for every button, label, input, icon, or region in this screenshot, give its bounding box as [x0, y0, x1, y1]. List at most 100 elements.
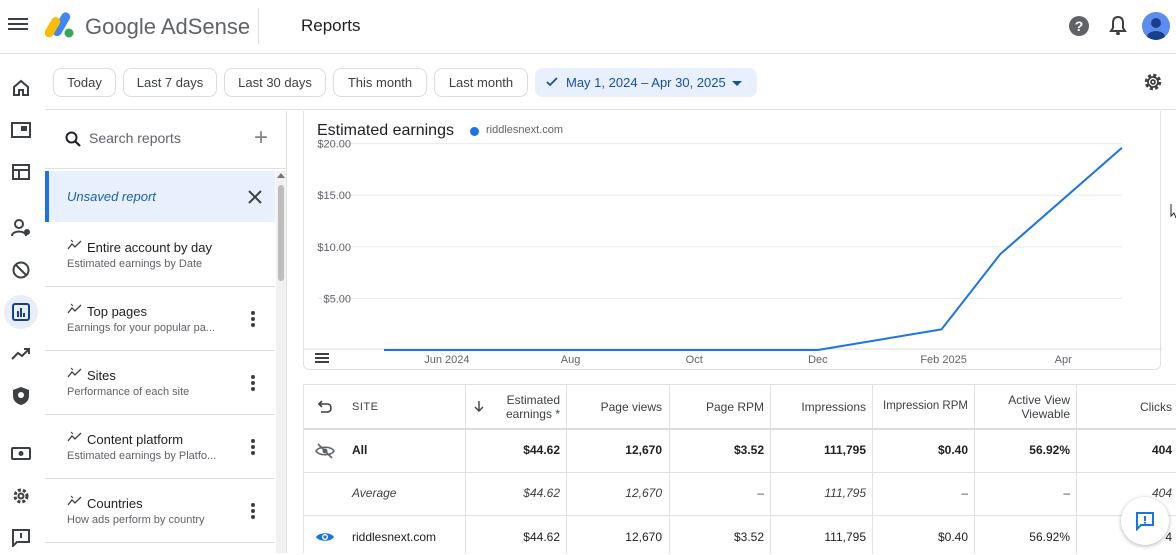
report-subtitle: Estimated earnings by Date	[67, 258, 203, 270]
mouse-cursor-icon	[1170, 204, 1176, 219]
header-active-line2: Viewable	[1021, 407, 1070, 421]
check-icon	[546, 77, 558, 87]
report-subtitle: Estimated earnings by Platfo...	[67, 450, 217, 462]
cell-impression-rpm: $0.40	[937, 443, 968, 457]
report-settings-gear-icon[interactable]	[1143, 72, 1163, 92]
privacy-messaging-icon[interactable]	[4, 211, 38, 245]
x-tick-label: Jun 2024	[424, 354, 469, 366]
sort-descending-arrow-icon[interactable]	[474, 400, 484, 413]
row-site: Average	[352, 486, 397, 500]
column-header-impressions[interactable]: Impressions	[774, 400, 866, 414]
chip-last-month[interactable]: Last month	[434, 68, 528, 97]
ads-icon[interactable]	[4, 113, 38, 147]
add-report-plus-icon[interactable]: +	[254, 126, 268, 150]
search-reports-input[interactable]	[89, 130, 249, 146]
cell-page-rpm: –	[757, 486, 764, 500]
more-vert-icon[interactable]	[251, 311, 255, 329]
navigation-rail	[0, 55, 45, 553]
chart-title: Estimated earnings	[317, 122, 454, 139]
report-item-countries[interactable]: Countries How ads perform by country	[45, 479, 275, 543]
report-item-top-pages[interactable]: Top pages Earnings for your popular pa..…	[45, 287, 275, 351]
policy-center-icon[interactable]	[4, 379, 38, 413]
cell-page-rpm: $3.52	[733, 443, 764, 457]
scroll-up-arrow-icon[interactable]	[277, 173, 285, 178]
help-icon[interactable]: ?	[1069, 16, 1089, 36]
cell-earnings: $44.62	[523, 443, 560, 457]
notifications-bell-icon[interactable]	[1108, 15, 1128, 37]
cell-impression-rpm: –	[961, 486, 968, 500]
cell-impressions: 111,795	[824, 486, 866, 500]
earnings-chart-card: $20.00 $15.00 $10.00 $5.00 Jun 2024 Aug Oct Dec…	[303, 111, 1162, 370]
report-item-sites[interactable]: Sites Performance of each site	[45, 351, 275, 415]
more-vert-icon[interactable]	[251, 503, 255, 521]
undo-arrow-icon[interactable]	[317, 398, 333, 414]
report-subtitle: Performance of each site	[67, 386, 190, 398]
cell-active-view: –	[1063, 486, 1070, 500]
blocking-controls-icon[interactable]	[4, 253, 38, 287]
more-vert-icon[interactable]	[251, 375, 255, 393]
column-header-clicks[interactable]: Clicks	[1084, 400, 1172, 414]
chevron-down-icon	[732, 81, 742, 86]
feedback-icon[interactable]	[4, 521, 38, 555]
close-icon[interactable]	[247, 189, 263, 205]
cell-page-views: 12,670	[625, 443, 662, 457]
y-tick-label: $15.00	[317, 190, 351, 202]
divider	[258, 8, 259, 44]
search-icon	[65, 131, 81, 147]
column-header-page-rpm[interactable]: Page RPM	[674, 400, 764, 414]
report-table: SITE Estimated earnings * Page views Pag…	[303, 384, 1176, 554]
chip-last-7-days[interactable]: Last 7 days	[123, 68, 217, 97]
scroll-thumb[interactable]	[278, 185, 284, 281]
x-tick-label: Dec	[808, 354, 828, 366]
trend-icon	[67, 431, 82, 442]
trend-icon	[67, 239, 82, 250]
column-header-estimated-earnings[interactable]: Estimated earnings *	[488, 393, 560, 421]
feedback-icon	[1136, 512, 1154, 531]
y-tick-label: $5.00	[323, 293, 351, 305]
column-header-impression-rpm[interactable]: Impression RPM	[876, 400, 968, 412]
column-header-site[interactable]: SITE	[352, 401, 378, 413]
column-header-active-view[interactable]: Active View Viewable	[980, 393, 1070, 421]
report-title: Top pages	[87, 304, 147, 319]
menu-icon[interactable]	[8, 15, 28, 35]
column-divider	[566, 385, 567, 554]
report-item-entire-account[interactable]: Entire account by day Estimated earnings…	[45, 223, 275, 287]
cell-earnings: $44.62	[523, 486, 560, 500]
y-tick-label: $10.00	[317, 242, 351, 254]
trend-icon	[67, 495, 82, 506]
chip-today[interactable]: Today	[53, 68, 116, 97]
payments-icon[interactable]	[4, 437, 38, 471]
table-view-icon[interactable]	[315, 352, 329, 364]
chip-last-30-days[interactable]: Last 30 days	[224, 68, 326, 97]
x-tick-label: Oct	[686, 354, 703, 366]
y-tick-label: $20.00	[317, 139, 351, 151]
column-divider	[770, 385, 771, 554]
chip-this-month[interactable]: This month	[333, 68, 427, 97]
chip-custom-date-range[interactable]: May 1, 2024 – Apr 30, 2025	[535, 68, 757, 97]
page-title: Reports	[301, 16, 361, 35]
unsaved-report-item[interactable]: Unsaved report	[45, 171, 275, 222]
earnings-line-chart: $20.00 $15.00 $10.00 $5.00 Jun 2024 Aug Oct Dec…	[304, 139, 1162, 366]
home-icon[interactable]	[4, 71, 38, 105]
more-vert-icon[interactable]	[251, 439, 255, 457]
cell-page-rpm: $3.52	[733, 530, 764, 544]
legend-dot	[470, 127, 479, 136]
series-line-riddlesnext.com	[384, 147, 1123, 351]
account-avatar[interactable]	[1142, 12, 1170, 40]
trend-icon	[67, 303, 82, 314]
optimization-icon[interactable]	[4, 337, 38, 371]
settings-icon[interactable]	[4, 479, 38, 513]
visibility-off-icon[interactable]	[315, 443, 335, 459]
sites-icon[interactable]	[4, 155, 38, 189]
report-item-content-platform[interactable]: Content platform Estimated earnings by P…	[45, 415, 275, 479]
visibility-icon[interactable]	[315, 530, 335, 544]
row-site[interactable]: riddlesnext.com	[352, 530, 436, 544]
row-site: All	[352, 443, 368, 457]
reports-icon[interactable]	[4, 295, 38, 329]
date-range-chips: Today Last 7 days Last 30 days This mont…	[45, 55, 1176, 110]
reports-scrollbar[interactable]	[276, 171, 286, 553]
report-title: Sites	[87, 368, 116, 383]
send-feedback-button[interactable]	[1121, 497, 1169, 545]
x-tick-label: Feb 2025	[920, 354, 966, 366]
column-header-page-views[interactable]: Page views	[572, 400, 662, 414]
